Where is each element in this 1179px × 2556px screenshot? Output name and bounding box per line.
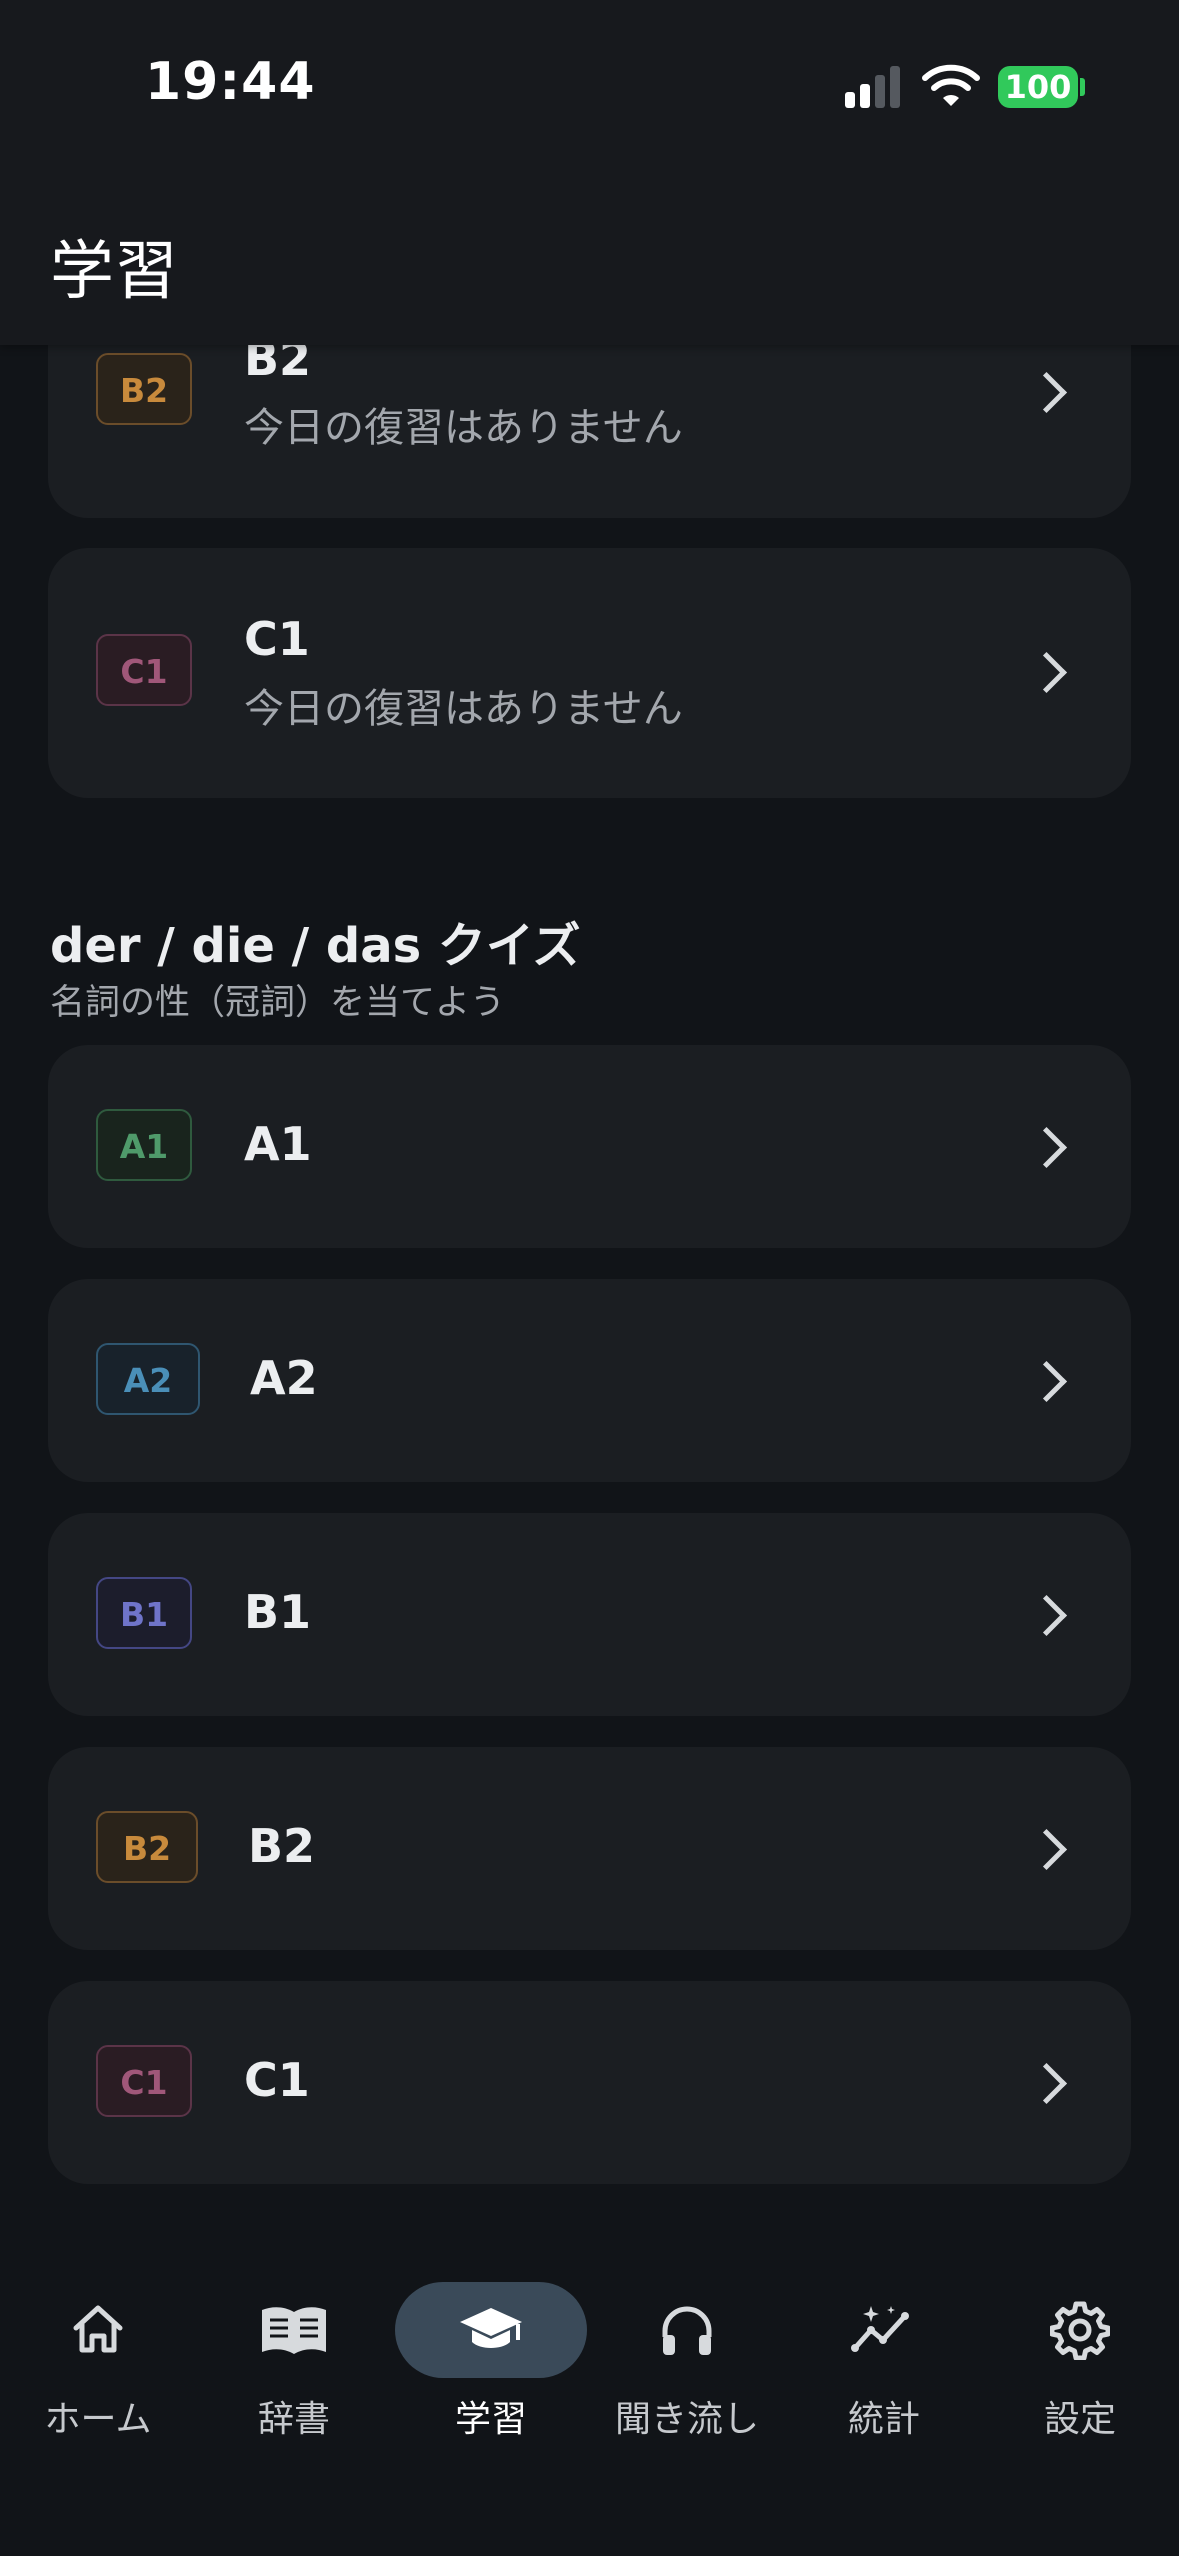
card-subtitle: 今日の復習はありません: [244, 686, 683, 732]
level-badge-a2: A2: [96, 1343, 200, 1415]
review-card-c1[interactable]: C1 C1 今日の復習はありません: [48, 548, 1131, 798]
stats-sparkle-icon: [851, 2306, 909, 2352]
battery-tip: [1080, 78, 1085, 96]
chevron-right-icon: [1025, 1126, 1068, 1169]
section-title: der / die / das クイズ: [50, 918, 581, 974]
chevron-right-icon: [1025, 651, 1068, 694]
quiz-card-a2[interactable]: A2 A2: [48, 1279, 1131, 1482]
quiz-card-c1[interactable]: C1 C1: [48, 1981, 1131, 2184]
tab-icon-container: [395, 2282, 587, 2378]
chevron-right-icon: [1025, 2062, 1068, 2105]
tab-dictionary[interactable]: 辞書: [196, 2230, 392, 2440]
learning-content[interactable]: B2 B2 今日の復習はありません C1 C1 今日の復習はありません der …: [0, 0, 1179, 2556]
card-title: A1: [244, 1117, 312, 1171]
tab-icon-container: [198, 2282, 390, 2378]
tab-label: 設定: [1043, 2399, 1116, 2440]
chevron-right-icon: [1025, 1828, 1068, 1871]
tab-icon-container: [788, 2282, 980, 2378]
page-title: 学習: [50, 235, 178, 309]
battery-indicator: 100: [998, 66, 1078, 108]
navigation-header: 19:44 100 学習: [0, 0, 1179, 345]
screen: B2 B2 今日の復習はありません C1 C1 今日の復習はありません der …: [0, 0, 1179, 2556]
wifi-icon: [922, 62, 980, 108]
quiz-card-b2[interactable]: B2 B2: [48, 1747, 1131, 1950]
level-badge-c1: C1: [96, 2045, 192, 2117]
chevron-right-icon: [1025, 1360, 1068, 1403]
level-badge-b2: B2: [96, 1811, 198, 1883]
quiz-card-b1[interactable]: B1 B1: [48, 1513, 1131, 1716]
book-icon: [262, 2307, 326, 2354]
tab-home[interactable]: ホーム: [0, 2230, 196, 2440]
headphones-icon: [662, 2306, 712, 2355]
level-badge-b2: B2: [96, 353, 192, 425]
chevron-right-icon: [1025, 1594, 1068, 1637]
tab-label: 統計: [847, 2399, 920, 2440]
tab-icon-container: [591, 2282, 783, 2378]
card-title: B2: [248, 1819, 316, 1873]
tab-label: 学習: [454, 2399, 527, 2440]
card-title: C1: [244, 612, 310, 666]
tab-listening[interactable]: 聞き流し: [589, 2230, 785, 2440]
card-title: C1: [244, 2053, 310, 2107]
card-subtitle: 今日の復習はありません: [244, 405, 683, 451]
gear-icon: [1050, 2301, 1110, 2360]
tab-learning[interactable]: 学習: [393, 2230, 589, 2440]
tab-icon-container: [984, 2282, 1176, 2378]
level-badge-c1: C1: [96, 634, 192, 706]
status-time: 19:44: [145, 52, 316, 112]
chevron-right-icon: [1025, 371, 1068, 414]
level-badge-b1: B1: [96, 1577, 192, 1649]
section-subtitle: 名詞の性（冠詞）を当てよう: [50, 983, 506, 1023]
tab-stats[interactable]: 統計: [786, 2230, 982, 2440]
status-bar: 19:44 100: [0, 0, 1179, 180]
home-icon: [73, 2305, 123, 2353]
tab-label: 聞き流し: [614, 2399, 759, 2440]
level-badge-a1: A1: [96, 1109, 192, 1181]
cellular-signal-icon: [845, 64, 905, 108]
quiz-card-a1[interactable]: A1 A1: [48, 1045, 1131, 1248]
tab-label: 辞書: [257, 2399, 330, 2440]
bottom-tab-bar: ホーム 辞書 学習 聞き流し 統計 設定: [0, 2230, 1179, 2556]
graduation-cap-icon: [460, 2308, 522, 2348]
tab-icon-container: [2, 2282, 194, 2378]
tab-settings[interactable]: 設定: [982, 2230, 1178, 2440]
card-title: B1: [244, 1585, 312, 1639]
card-title: A2: [250, 1351, 318, 1405]
tab-label: ホーム: [44, 2399, 152, 2440]
